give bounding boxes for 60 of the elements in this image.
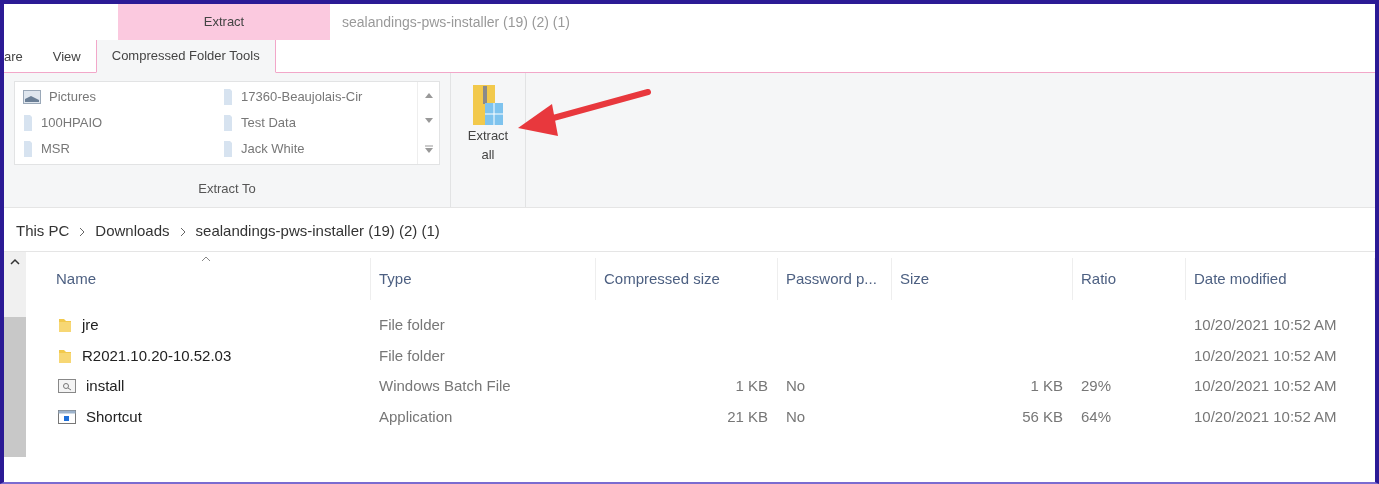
table-cell-text: File folder — [379, 315, 445, 335]
scroll-down-icon[interactable] — [424, 118, 433, 125]
scroll-up-icon[interactable] — [10, 258, 20, 265]
gallery-item[interactable]: Test Data — [241, 113, 296, 133]
table-cell-text: No — [786, 406, 806, 427]
breadcrumb-item[interactable]: Downloads — [95, 220, 170, 243]
column-header[interactable]: Type — [371, 258, 596, 300]
folder-icon — [58, 347, 72, 364]
table-cell-text: 21 KB — [727, 406, 768, 427]
gallery-item[interactable]: MSR — [41, 139, 70, 159]
batch-file-icon — [58, 379, 76, 394]
table-cell-text: 1 KB — [735, 376, 768, 396]
window-title: sealandings-pws-installer (19) (2) (1) — [341, 12, 570, 32]
table-cell-text: 1 KB — [1030, 376, 1063, 396]
breadcrumb-item[interactable]: This PC — [16, 220, 70, 243]
folder-icon — [23, 140, 33, 158]
folder-icon — [223, 140, 233, 158]
chevron-icon — [179, 226, 186, 237]
file-name[interactable]: R2021.10.20-10.52.03 — [82, 344, 232, 367]
gallery-item[interactable]: Pictures — [49, 87, 96, 107]
breadcrumb-item[interactable]: sealandings-pws-installer (19) (2) (1) — [195, 220, 440, 243]
table-cell-text: 10/20/2021 10:52 AM — [1194, 406, 1337, 427]
contextual-tab-header: Extract — [118, 4, 330, 40]
table-cell-text: No — [786, 376, 806, 396]
column-header[interactable]: Name — [26, 258, 371, 300]
file-name[interactable]: install — [86, 375, 125, 398]
folder-icon — [223, 88, 233, 106]
column-header[interactable]: Size — [892, 258, 1073, 300]
zip-folder-icon — [471, 83, 505, 127]
ribbon-tab[interactable]: are — [4, 40, 38, 73]
table-cell-text: Windows Batch File — [379, 376, 511, 396]
extract-all-button[interactable]: Extract all — [457, 81, 519, 167]
pictures-icon — [23, 90, 41, 104]
more-icon[interactable] — [424, 144, 433, 154]
folder-icon — [23, 114, 33, 132]
chevron-icon — [79, 226, 86, 237]
column-header[interactable]: Ratio — [1073, 258, 1186, 300]
table-cell-text: 10/20/2021 10:52 AM — [1194, 315, 1337, 335]
table-cell-text: 56 KB — [1022, 406, 1063, 427]
group-label: Extract To — [197, 180, 257, 198]
column-header[interactable]: Password p... — [778, 258, 892, 300]
folder-icon — [58, 317, 72, 334]
file-name[interactable]: Shortcut — [86, 405, 142, 428]
gallery-item[interactable]: Jack White — [241, 139, 305, 159]
table-cell-text: 64% — [1081, 406, 1112, 427]
application-icon — [58, 409, 76, 424]
gallery-item[interactable]: 100HPAIO — [41, 113, 103, 133]
gallery-item[interactable]: 17360-Beaujolais-Cir — [241, 87, 363, 107]
table-cell-text: Application — [379, 406, 453, 427]
scrollbar[interactable] — [4, 252, 26, 457]
table-cell-text: 10/20/2021 10:52 AM — [1194, 345, 1337, 366]
table-cell-text: 29% — [1081, 376, 1112, 396]
file-name[interactable]: jre — [82, 314, 99, 337]
ribbon-tab[interactable]: Compressed Folder Tools — [95, 40, 276, 73]
column-header[interactable]: Compressed size — [596, 258, 778, 300]
table-cell-text: 10/20/2021 10:52 AM — [1194, 376, 1337, 396]
column-header[interactable]: Date modified — [1186, 258, 1375, 300]
table-cell-text: File folder — [379, 345, 445, 366]
folder-icon — [223, 114, 233, 132]
ribbon-tab[interactable]: View — [37, 40, 96, 73]
